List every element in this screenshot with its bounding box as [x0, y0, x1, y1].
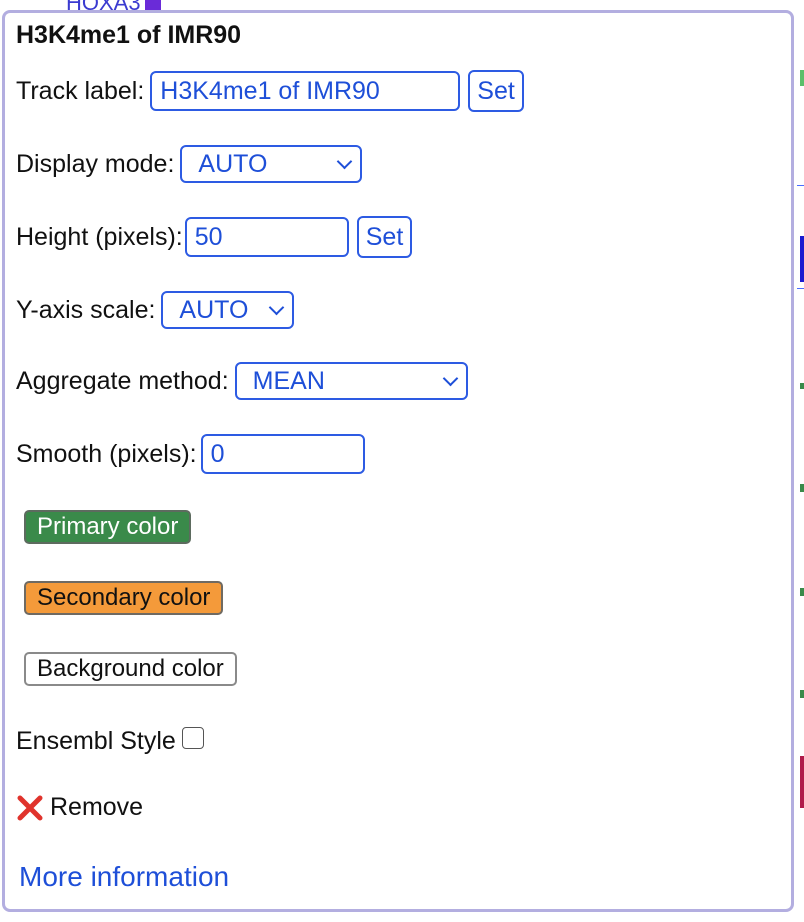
display-mode-select[interactable]: AUTO	[180, 145, 363, 183]
height-row: Height (pixels): Set	[16, 215, 413, 259]
remove-label: Remove	[50, 793, 144, 821]
smooth-row: Smooth (pixels):	[16, 432, 365, 476]
background-color-button[interactable]: Background color	[24, 652, 237, 686]
chevron-down-icon	[442, 370, 458, 386]
smooth-input[interactable]	[200, 434, 365, 474]
more-information-link[interactable]: More information	[19, 861, 229, 893]
background-track-bar	[800, 484, 804, 492]
primary-color-button[interactable]: Primary color	[24, 510, 192, 544]
aggregate-method-row: Aggregate method: MEAN	[16, 359, 468, 403]
strand-arrow-icon	[144, 0, 161, 11]
smooth-label: Smooth (pixels):	[16, 439, 197, 468]
y-axis-scale-label: Y-axis scale:	[16, 295, 156, 324]
background-track-bar	[800, 236, 804, 282]
height-input[interactable]	[184, 217, 349, 257]
background-track-line	[797, 185, 804, 186]
secondary-color-button[interactable]: Secondary color	[24, 581, 224, 615]
track-label-row: Track label: Set	[16, 69, 524, 113]
background-track-bar	[800, 70, 804, 86]
display-mode-value: AUTO	[198, 149, 268, 178]
chevron-down-icon	[337, 153, 353, 169]
background-track-bar	[800, 756, 804, 808]
page: HOXA3 H3K4me1 of IMR90 Track label: Set …	[0, 0, 804, 922]
display-mode-row: Display mode: AUTO	[16, 142, 363, 186]
track-label-input[interactable]	[150, 71, 461, 111]
track-options-menu: H3K4me1 of IMR90 Track label: Set Displa…	[2, 10, 794, 912]
track-label-set-button[interactable]: Set	[468, 70, 524, 112]
aggregate-method-label: Aggregate method:	[16, 366, 229, 395]
height-label: Height (pixels):	[16, 222, 183, 251]
height-set-button[interactable]: Set	[356, 216, 413, 258]
ensembl-style-checkbox[interactable]	[181, 727, 204, 749]
background-color-label: Background color	[37, 655, 224, 682]
background-track-line	[797, 288, 804, 289]
ensembl-style-row: Ensembl Style	[16, 719, 204, 763]
secondary-color-label: Secondary color	[37, 584, 211, 611]
primary-color-label: Primary color	[37, 513, 179, 540]
background-track-bar	[800, 588, 804, 596]
aggregate-method-select[interactable]: MEAN	[234, 362, 468, 400]
chevron-down-icon	[269, 299, 285, 315]
y-axis-scale-value: AUTO	[179, 295, 249, 324]
y-axis-scale-select[interactable]: AUTO	[161, 291, 295, 329]
remove-button[interactable]: Remove	[16, 793, 149, 822]
x-mark-icon	[17, 795, 43, 820]
menu-title: H3K4me1 of IMR90	[16, 21, 242, 49]
aggregate-method-value: MEAN	[252, 366, 325, 395]
background-track-bar	[800, 383, 804, 389]
track-label-label: Track label:	[16, 76, 145, 105]
background-track-bar	[800, 690, 804, 698]
display-mode-label: Display mode:	[16, 149, 175, 178]
ensembl-style-label: Ensembl Style	[16, 726, 176, 755]
y-axis-scale-row: Y-axis scale: AUTO	[16, 288, 295, 332]
